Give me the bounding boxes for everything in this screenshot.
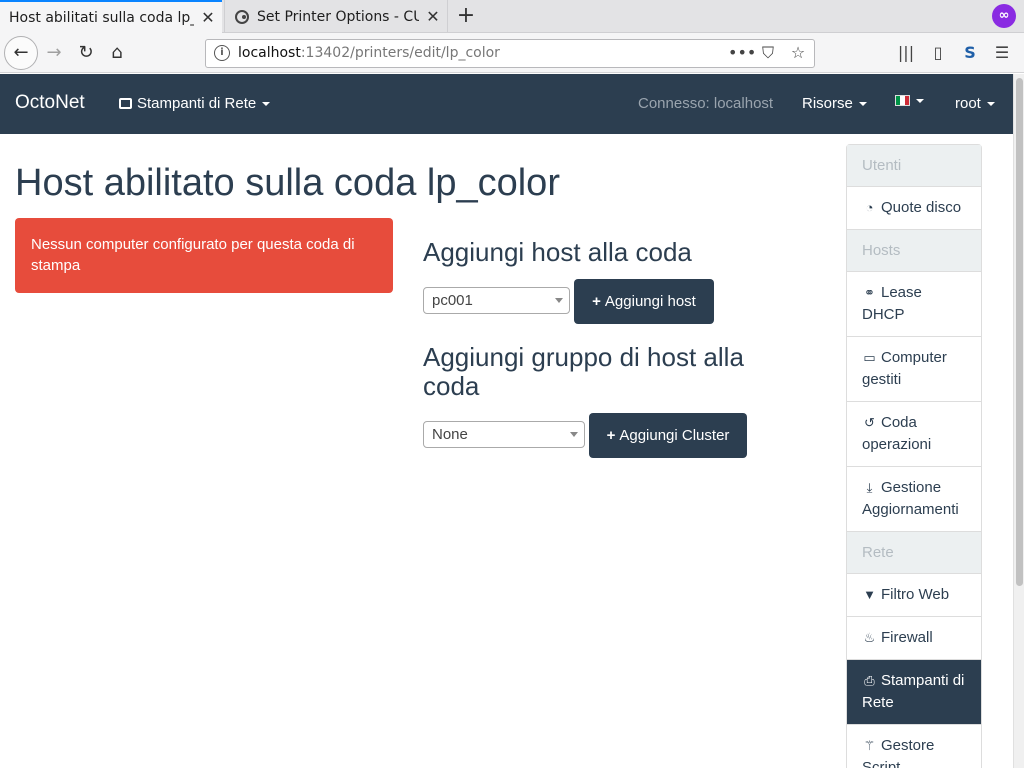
- sidebar-item-computer-gestiti[interactable]: ▭ Computer gestiti: [847, 337, 981, 402]
- tab-close-icon[interactable]: ✕: [419, 7, 447, 26]
- sidebar-item-firewall[interactable]: ♨ Firewall: [847, 617, 981, 660]
- connection-status: Connesso: localhost: [638, 95, 774, 112]
- sidebar-item-stampanti-di-rete[interactable]: ⎙ Stampanti di Rete: [847, 660, 981, 725]
- sidebar-toggle-icon[interactable]: ▯: [922, 37, 954, 69]
- language-dropdown[interactable]: [895, 95, 924, 106]
- tab-close-icon[interactable]: ✕: [194, 8, 222, 27]
- sidebar-item-gestione-aggiornamenti[interactable]: ⤓ Gestione Aggiornamenti: [847, 467, 981, 532]
- new-tab-icon[interactable]: +: [452, 2, 480, 30]
- caret-down-icon: [986, 102, 995, 107]
- page-title: Host abilitato sulla coda lp_color: [15, 162, 560, 204]
- site-info-icon[interactable]: i: [214, 45, 230, 61]
- nav-resources-dropdown[interactable]: Risorse: [802, 95, 867, 112]
- home-icon[interactable]: ⌂: [101, 37, 133, 69]
- pie-chart-icon: ◔: [865, 200, 874, 215]
- browser-toolbar: ← → ↻ ⌂ i localhost:13402/printers/edit/…: [0, 33, 1024, 73]
- sidebar-header-rete: Rete: [847, 532, 981, 574]
- select-arrow-icon: [555, 298, 563, 303]
- forward-arrow-icon[interactable]: →: [38, 37, 70, 69]
- host-select[interactable]: pc001: [423, 287, 570, 314]
- desktop-icon: ▭: [863, 350, 876, 365]
- tab-title: Host abilitati sulla coda lp_c: [9, 9, 194, 26]
- sidebar-item-coda-operazioni[interactable]: ↺ Coda operazioni: [847, 402, 981, 467]
- caret-down-icon: [262, 102, 271, 107]
- web-page: OctoNet Stampanti di Rete Connesso: loca…: [0, 74, 1013, 768]
- empty-queue-alert: Nessun computer configurato per questa c…: [15, 218, 393, 293]
- cluster-select[interactable]: None: [423, 421, 585, 448]
- fire-icon: ♨: [863, 630, 876, 645]
- page-actions-icon[interactable]: •••: [728, 43, 756, 63]
- sidebar-header-utenti: Utenti: [847, 145, 981, 187]
- plus-icon: +: [606, 427, 616, 444]
- handshake-icon: ⚭: [864, 285, 875, 300]
- magic-wand-icon: ⚚: [863, 738, 876, 753]
- cups-favicon-icon: [235, 9, 249, 24]
- user-dropdown[interactable]: root: [955, 95, 995, 112]
- private-mask-icon: ∞: [992, 4, 1016, 28]
- tab-title: Set Printer Options - CUP: [257, 8, 419, 25]
- caret-down-icon: [916, 98, 924, 103]
- back-arrow-icon[interactable]: ←: [4, 36, 38, 70]
- select-arrow-icon: [570, 432, 578, 437]
- print-icon: ⎙: [864, 673, 875, 688]
- extension-s-icon[interactable]: S: [954, 37, 986, 69]
- sidebar-item-gestore-script[interactable]: ⚚ Gestore Script: [847, 725, 981, 768]
- hamburger-menu-icon[interactable]: ☰: [986, 37, 1018, 69]
- filter-icon: ▼: [863, 587, 876, 602]
- add-group-heading: Aggiungi gruppo di host alla coda: [423, 342, 744, 401]
- sidebar-item-lease-dhcp[interactable]: ⚭ Lease DHCP: [847, 272, 981, 337]
- app-navbar: OctoNet Stampanti di Rete Connesso: loca…: [0, 74, 1013, 134]
- reload-icon[interactable]: ↻: [70, 37, 102, 69]
- pocket-icon[interactable]: ⛉: [758, 43, 778, 63]
- sidebar-item-filtro-web[interactable]: ▼ Filtro Web: [847, 574, 981, 617]
- add-host-button[interactable]: + Aggiungi host: [574, 279, 714, 324]
- italian-flag-icon: [895, 95, 910, 106]
- download-icon: ⤓: [866, 480, 873, 495]
- url-bar[interactable]: i localhost:13402/printers/edit/lp_color…: [205, 39, 815, 68]
- browser-tab-cups[interactable]: Set Printer Options - CUP ✕: [224, 0, 448, 33]
- browser-tab-strip: Host abilitati sulla coda lp_c ✕ Set Pri…: [0, 0, 1024, 33]
- url-text[interactable]: localhost:13402/printers/edit/lp_color: [238, 45, 500, 61]
- brand-link[interactable]: OctoNet: [15, 92, 85, 114]
- scrollbar-thumb[interactable]: [1016, 78, 1023, 586]
- add-cluster-button[interactable]: + Aggiungi Cluster: [589, 413, 747, 458]
- add-host-heading: Aggiungi host alla coda: [423, 237, 692, 267]
- caret-down-icon: [858, 102, 867, 107]
- nav-printers-dropdown[interactable]: Stampanti di Rete: [119, 95, 271, 112]
- history-icon: ↺: [864, 415, 875, 430]
- sidebar-menu: Utenti ◔ Quote disco Hosts ⚭ Lease DHCP ▭ C…: [846, 144, 982, 768]
- sidebar-item-quote-disco[interactable]: ◔ Quote disco: [847, 187, 981, 230]
- plus-icon: +: [592, 293, 601, 310]
- library-icon[interactable]: |||: [890, 37, 922, 69]
- browser-tab-active[interactable]: Host abilitati sulla coda lp_c ✕: [0, 0, 222, 33]
- print-icon: [119, 98, 132, 109]
- page-scrollbar[interactable]: [1013, 74, 1024, 768]
- sidebar-header-hosts: Hosts: [847, 230, 981, 272]
- bookmark-star-icon[interactable]: ☆: [788, 43, 808, 63]
